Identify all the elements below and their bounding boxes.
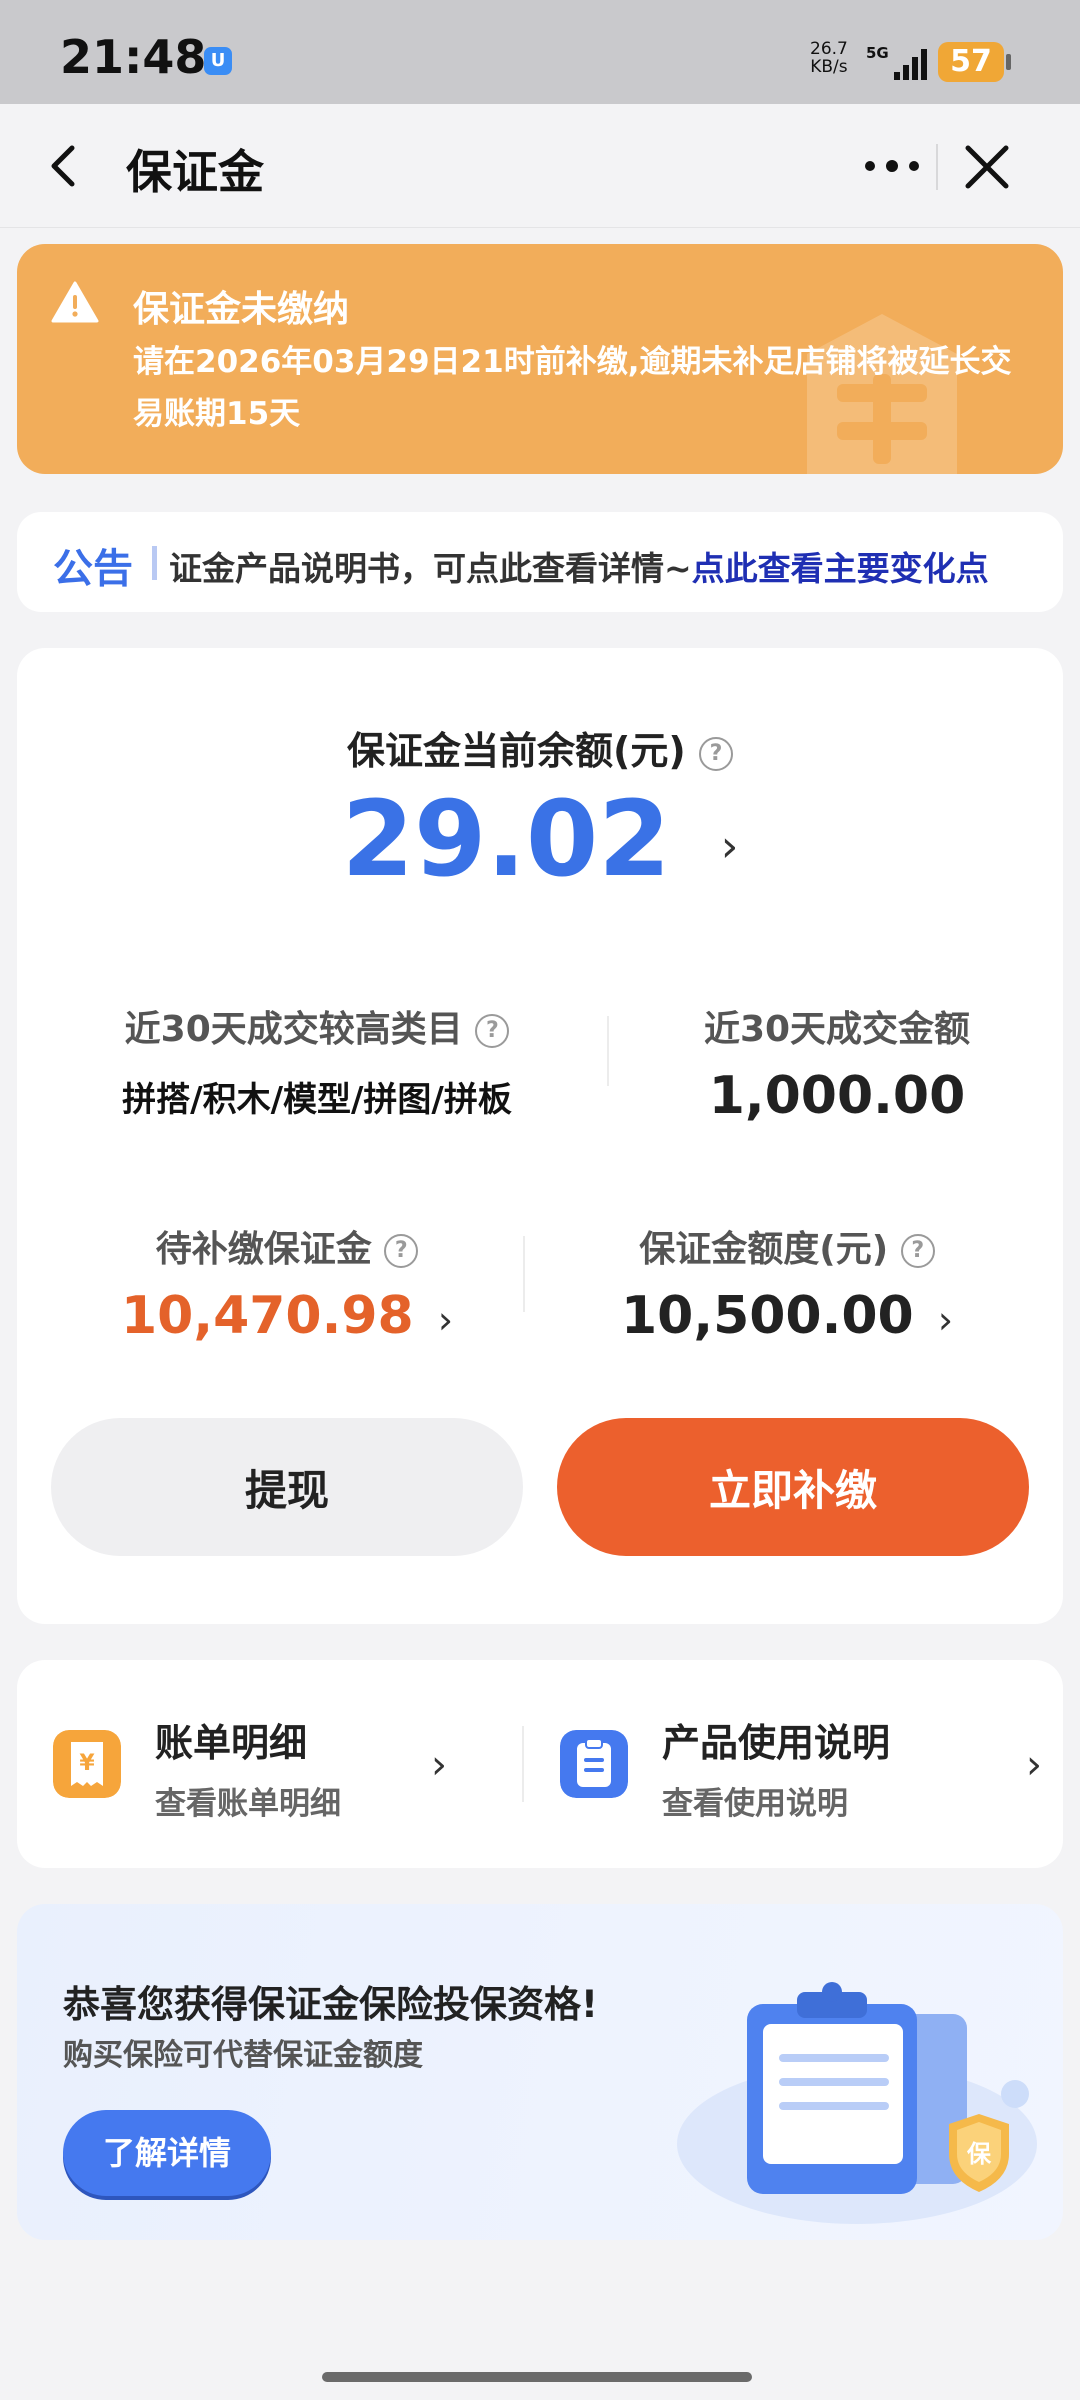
app-notification-icon: U bbox=[204, 47, 232, 75]
pending-deposit-label: 待补缴保证金 bbox=[155, 1229, 372, 1270]
page-title: 保证金 bbox=[126, 145, 264, 199]
status-time: 21:48 bbox=[60, 30, 207, 84]
announcement-marquee: 证金产品说明书，可点此查看详情~点此查看主要变化点 bbox=[169, 542, 989, 590]
insurance-subline: 购买保险可代替保证金额度 bbox=[63, 2038, 423, 2073]
quick-links-card: ¥ 账单明细 查看账单明细 › 产品使用说明 查看使用说明 › bbox=[17, 1660, 1063, 1868]
warning-icon bbox=[51, 281, 99, 323]
home-indicator[interactable] bbox=[322, 2372, 752, 2382]
announcement-tag: 公告 bbox=[53, 546, 133, 592]
announcement-separator bbox=[152, 546, 157, 580]
close-icon[interactable] bbox=[960, 140, 1014, 194]
stat-divider bbox=[607, 1016, 609, 1086]
top-category-stat: 近30天成交较高类目 ? 拼搭/积木/模型/拼图/拼板 bbox=[57, 1000, 577, 1121]
deposit-summary-card: 保证金当前余额(元) ? 29.02 › 近30天成交较高类目 ? 拼搭/积木/… bbox=[17, 648, 1063, 1624]
gmv-label: 近30天成交金额 bbox=[703, 1009, 971, 1050]
chevron-right-icon: › bbox=[1026, 1742, 1042, 1788]
nav-divider bbox=[936, 144, 938, 190]
balance-label: 保证金当前余额(元) bbox=[347, 729, 686, 773]
chevron-right-icon: › bbox=[431, 1742, 447, 1788]
deposit-quota-label: 保证金额度(元) bbox=[639, 1229, 889, 1270]
more-options-icon[interactable] bbox=[862, 154, 922, 178]
shield-label: 保 bbox=[966, 2140, 992, 2168]
battery-cap bbox=[1006, 54, 1011, 70]
help-icon[interactable]: ? bbox=[900, 1234, 935, 1268]
bill-details-link[interactable]: ¥ 账单明细 查看账单明细 › bbox=[17, 1660, 540, 1868]
deposit-quota-stat[interactable]: 保证金额度(元) ? 10,500.00 › bbox=[547, 1220, 1027, 1346]
chevron-right-icon: › bbox=[937, 1298, 954, 1342]
balance-value: 29.02 bbox=[341, 778, 671, 900]
alert-message: 请在2026年03月29日21时前补缴,逾期未补足店铺将被延长交易账期15天 bbox=[133, 344, 1012, 432]
announcement-link[interactable]: 点此查看主要变化点 bbox=[692, 549, 989, 588]
insurance-headline: 恭喜您获得保证金保险投保资格! bbox=[63, 1983, 598, 2026]
network-speed-unit: KB/s bbox=[810, 57, 848, 77]
product-guide-link[interactable]: 产品使用说明 查看使用说明 › bbox=[540, 1660, 1063, 1868]
announcement-bar[interactable]: 公告 证金产品说明书，可点此查看详情~点此查看主要变化点 bbox=[17, 512, 1063, 612]
learn-more-button[interactable]: 了解详情 bbox=[63, 2110, 271, 2196]
insurance-clipboard-illustration: 保 bbox=[677, 1982, 1037, 2224]
pending-deposit-value: 10,470.98 bbox=[120, 1286, 414, 1346]
status-bar: 21:48 U 26.7 KB/s 5G 57 bbox=[0, 0, 1080, 104]
withdraw-button[interactable]: 提现 bbox=[51, 1418, 523, 1556]
bill-details-title: 账单明细 bbox=[155, 1721, 308, 1765]
product-guide-subtitle: 查看使用说明 bbox=[662, 1786, 848, 1822]
top-category-value: 拼搭/积木/模型/拼图/拼板 bbox=[122, 1080, 512, 1120]
stat-divider bbox=[523, 1236, 525, 1312]
bill-details-subtitle: 查看账单明细 bbox=[155, 1786, 341, 1822]
network-speed: 26.7 KB/s bbox=[810, 40, 848, 76]
links-divider bbox=[522, 1726, 524, 1802]
pending-deposit-stat[interactable]: 待补缴保证金 ? 10,470.98 › bbox=[57, 1220, 517, 1346]
pay-now-button[interactable]: 立即补缴 bbox=[557, 1418, 1029, 1556]
help-icon[interactable]: ? bbox=[475, 1014, 510, 1048]
bill-icon: ¥ bbox=[53, 1730, 121, 1798]
gmv-value: 1,000.00 bbox=[708, 1066, 966, 1126]
help-icon[interactable]: ? bbox=[698, 736, 733, 771]
deposit-quota-value: 10,500.00 bbox=[620, 1286, 914, 1346]
chevron-right-icon: › bbox=[437, 1298, 454, 1342]
alert-title: 保证金未缴纳 bbox=[133, 289, 350, 330]
balance-value-row[interactable]: 29.02 › bbox=[17, 778, 1063, 900]
svg-text:¥: ¥ bbox=[79, 1751, 95, 1776]
network-speed-value: 26.7 bbox=[810, 39, 848, 59]
balance-label-row: 保证金当前余额(元) ? bbox=[17, 720, 1063, 775]
gmv-stat: 近30天成交金额 1,000.00 bbox=[617, 1000, 1057, 1126]
back-arrow-icon[interactable] bbox=[42, 140, 88, 192]
deposit-unpaid-alert: 保证金未缴纳 请在2026年03月29日21时前补缴,逾期未补足店铺将被延长交易… bbox=[17, 244, 1063, 474]
document-icon bbox=[560, 1730, 628, 1798]
top-category-label: 近30天成交较高类目 bbox=[124, 1009, 463, 1050]
chevron-right-icon: › bbox=[720, 821, 739, 873]
product-guide-title: 产品使用说明 bbox=[662, 1721, 891, 1765]
signal-icon bbox=[894, 49, 927, 80]
nav-bar: 保证金 bbox=[0, 104, 1080, 228]
announcement-text: 证金产品说明书，可点此查看详情~ bbox=[169, 549, 692, 588]
battery-icon: 57 bbox=[938, 42, 1004, 82]
help-icon[interactable]: ? bbox=[384, 1234, 419, 1268]
insurance-banner[interactable]: 恭喜您获得保证金保险投保资格! 购买保险可代替保证金额度 了解详情 保 bbox=[17, 1904, 1063, 2240]
